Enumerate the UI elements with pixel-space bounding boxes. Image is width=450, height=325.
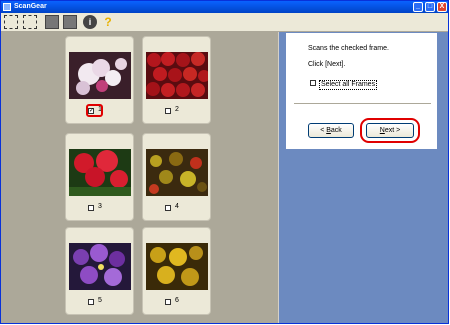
- frame-4-image: [146, 149, 208, 196]
- window-title: ScanGear: [14, 3, 47, 10]
- crop-clear-icon[interactable]: [23, 15, 37, 29]
- frame-4-label: 4: [175, 203, 179, 210]
- highlight-box: [86, 104, 103, 117]
- app-icon: [3, 3, 11, 11]
- crop-icon[interactable]: [4, 15, 18, 29]
- side-panel: Scans the checked frame. Click [Next]. S…: [279, 32, 448, 323]
- frame-5[interactable]: 5: [65, 227, 134, 315]
- rotate-left-icon[interactable]: [45, 15, 59, 29]
- frame-5-label: 5: [98, 297, 102, 304]
- frame-6-checkbox[interactable]: [165, 299, 171, 305]
- frame-6-image: [146, 243, 208, 290]
- frame-6-label: 6: [175, 297, 179, 304]
- frame-3[interactable]: 3: [65, 133, 134, 221]
- frame-3-image: [69, 149, 131, 196]
- frame-5-image: [69, 243, 131, 290]
- frame-4[interactable]: 4: [142, 133, 211, 221]
- frame-3-label: 3: [98, 203, 102, 210]
- frame-2-image: [146, 52, 208, 99]
- click-next-text: Click [Next].: [308, 61, 346, 68]
- frame-2-checkbox[interactable]: [165, 108, 171, 114]
- close-button[interactable]: X: [437, 2, 447, 12]
- divider: [294, 103, 431, 104]
- minimize-button[interactable]: _: [413, 2, 423, 12]
- frame-1[interactable]: ✓ 1: [65, 36, 134, 124]
- frame-2[interactable]: 2: [142, 36, 211, 124]
- frame-2-label: 2: [175, 106, 179, 113]
- frame-5-checkbox[interactable]: [88, 299, 94, 305]
- instruction-panel: Scans the checked frame. Click [Next]. S…: [285, 32, 438, 150]
- frame-4-checkbox[interactable]: [165, 205, 171, 211]
- scangear-window: ScanGear _ □ X i ? ✓ 1 2 3 4 5 6 Scans t…: [0, 0, 449, 324]
- frame-3-checkbox[interactable]: [88, 205, 94, 211]
- title-bar: ScanGear _ □ X: [1, 1, 448, 13]
- back-button[interactable]: < Back: [308, 123, 354, 138]
- help-icon[interactable]: ?: [101, 15, 115, 29]
- maximize-button[interactable]: □: [425, 2, 435, 12]
- rotate-right-icon[interactable]: [63, 15, 77, 29]
- info-icon[interactable]: i: [83, 15, 97, 29]
- back-label-rest: ack: [330, 127, 342, 134]
- highlight-ring: [360, 118, 420, 143]
- frame-1-image: [69, 52, 131, 99]
- instruction-text: Scans the checked frame.: [308, 45, 389, 52]
- frame-6[interactable]: 6: [142, 227, 211, 315]
- select-all-checkbox[interactable]: [310, 80, 316, 86]
- select-all-label[interactable]: Select all Frames: [319, 80, 378, 90]
- frame-thumbnail-area: ✓ 1 2 3 4 5 6: [1, 32, 278, 323]
- toolbar: i ?: [1, 13, 448, 32]
